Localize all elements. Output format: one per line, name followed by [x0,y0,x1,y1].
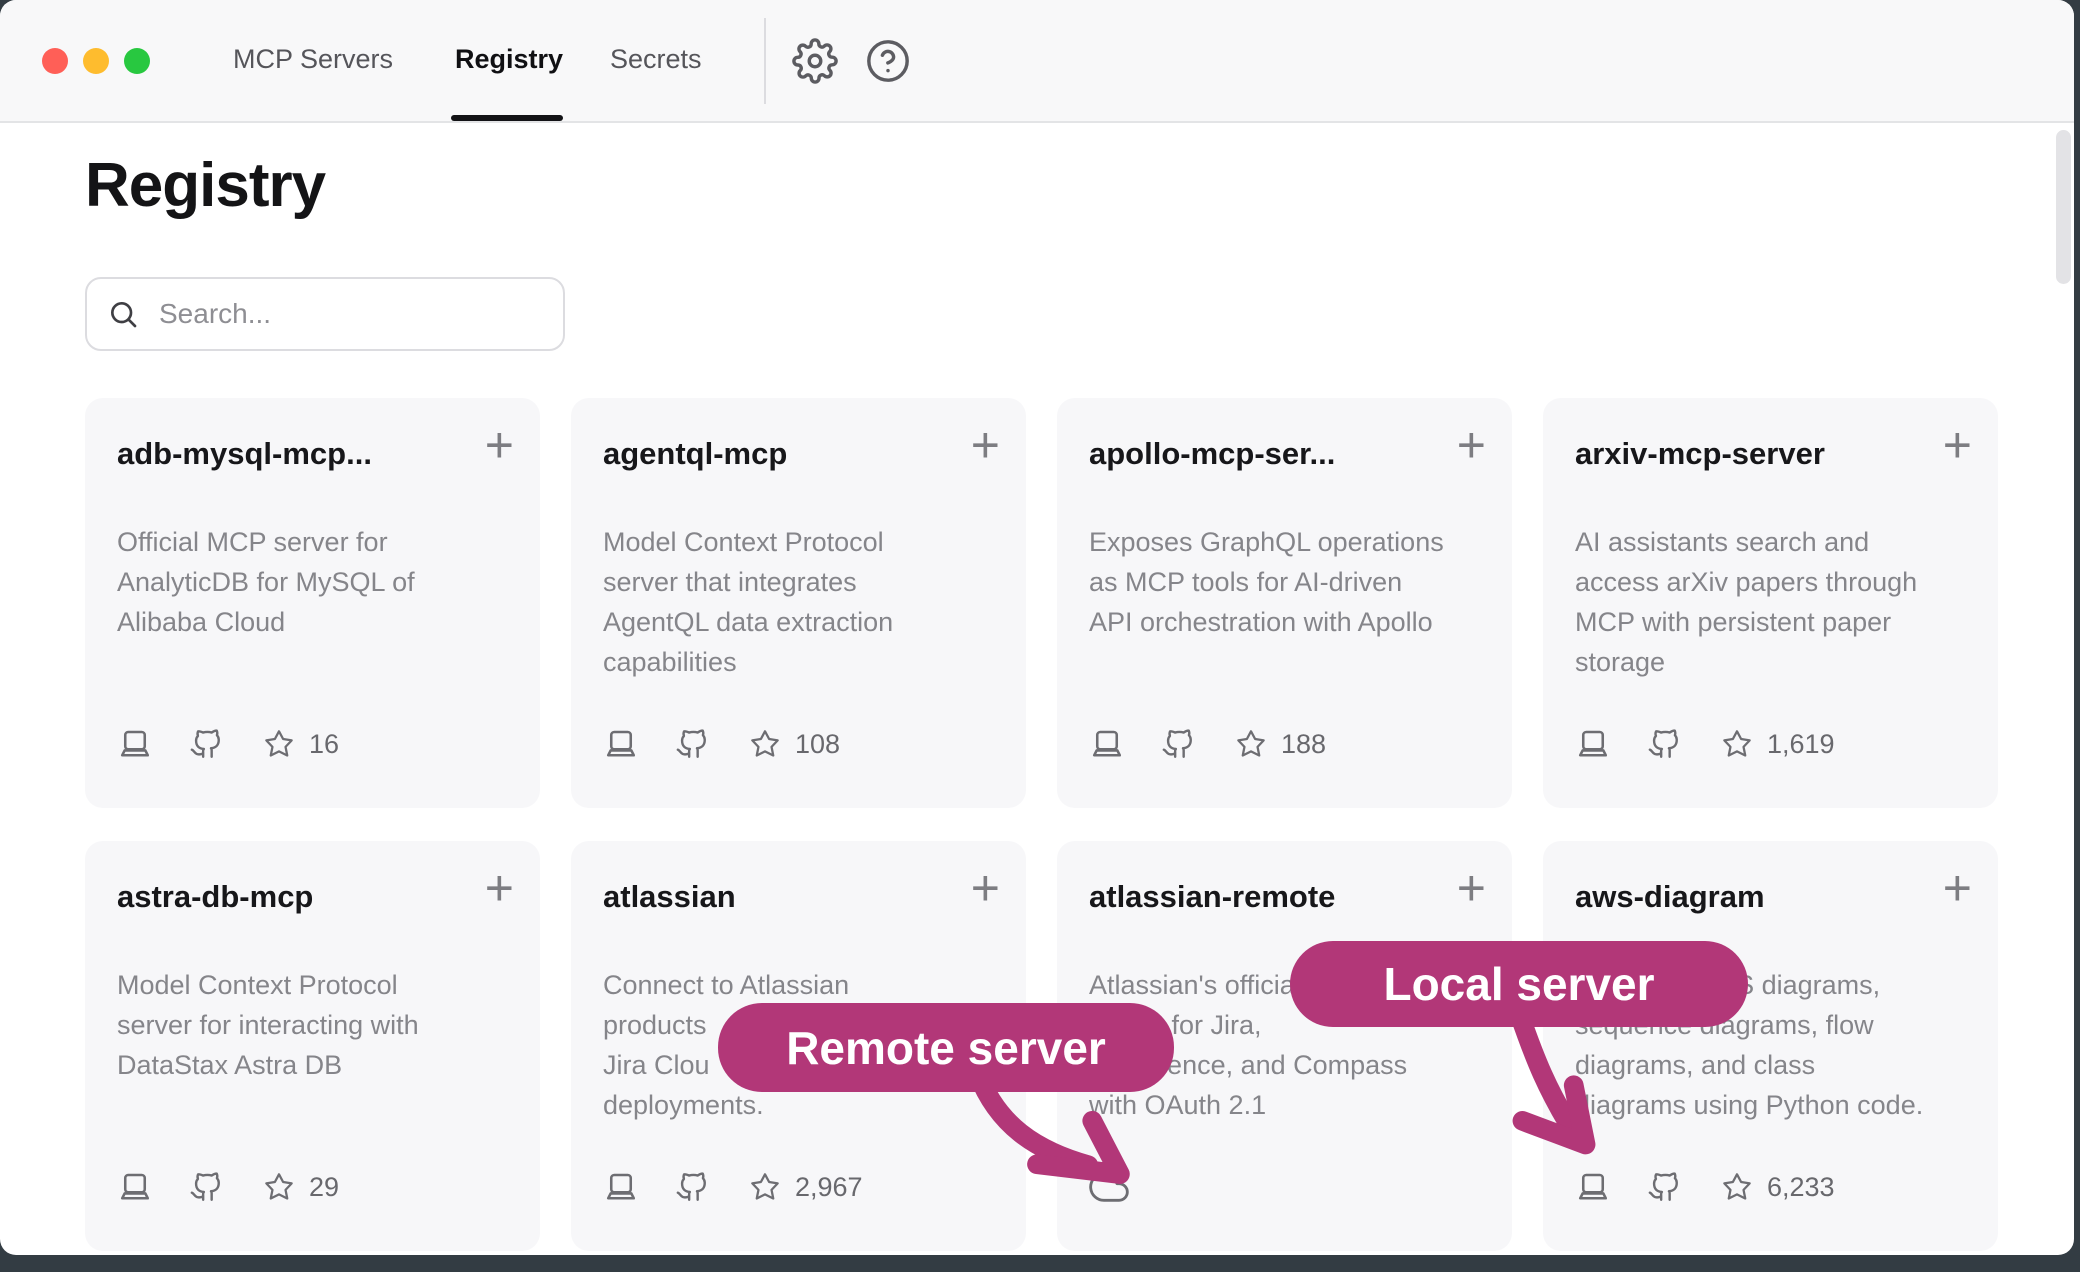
card-title: aws-diagram [1575,879,1765,915]
laptop-icon [603,1169,639,1205]
star-count: 108 [795,729,840,760]
titlebar: MCP Servers Registry Secrets [0,0,2074,123]
github-icon [1161,727,1195,761]
star-icon [263,1171,295,1203]
active-tab-underline [451,115,563,121]
gear-icon[interactable] [792,38,838,84]
app-window: MCP Servers Registry Secrets Registry ad… [0,0,2074,1255]
card-title: apollo-mcp-ser... [1089,436,1335,472]
laptop-icon [117,726,153,762]
card-title: atlassian [603,879,736,915]
card-title: adb-mysql-mcp... [117,436,372,472]
card-aws-diagram[interactable]: aws-diagram + Generate AWS diagrams,sequ… [1543,841,1998,1251]
star-icon [1235,728,1267,760]
laptop-icon [603,726,639,762]
card-description: Official MCP server forAnalyticDB for My… [117,522,415,682]
star-icon [749,1171,781,1203]
card-description: Model Context Protocolserver that integr… [603,522,893,682]
github-icon [1647,1170,1681,1204]
github-icon [675,727,709,761]
search-box[interactable] [85,277,565,351]
star-icon [749,728,781,760]
card-description: AI assistants search andaccess arXiv pap… [1575,522,1917,682]
help-icon[interactable] [865,38,911,84]
star-count: 2,967 [795,1172,863,1203]
star-icon [1721,1171,1753,1203]
add-server-button[interactable]: + [1943,410,1972,480]
tab-registry[interactable]: Registry [455,44,563,75]
add-server-button[interactable]: + [1457,410,1486,480]
star-count: 6,233 [1767,1172,1835,1203]
tab-secrets[interactable]: Secrets [610,44,702,75]
card-description: Exposes GraphQL operationsas MCP tools f… [1089,522,1444,682]
laptop-icon [1575,726,1611,762]
local-server-callout: Local server [1290,941,1748,1027]
remote-server-callout: Remote server [718,1003,1174,1092]
cloud-icon [1089,1167,1129,1207]
star-icon [263,728,295,760]
card-agentql-mcp[interactable]: agentql-mcp + Model Context Protocolserv… [571,398,1026,808]
vertical-scrollbar-thumb[interactable] [2056,130,2071,284]
add-server-button[interactable]: + [485,410,514,480]
laptop-icon [1575,1169,1611,1205]
card-title: arxiv-mcp-server [1575,436,1825,472]
laptop-icon [117,1169,153,1205]
tab-mcp-servers[interactable]: MCP Servers [233,44,393,75]
card-apollo-mcp-server[interactable]: apollo-mcp-ser... + Exposes GraphQL oper… [1057,398,1512,808]
star-count: 29 [309,1172,339,1203]
traffic-light-zoom[interactable] [124,48,150,74]
add-server-button[interactable]: + [971,410,1000,480]
github-icon [189,1170,223,1204]
add-server-button[interactable]: + [1457,853,1486,923]
github-icon [675,1170,709,1204]
traffic-light-minimize[interactable] [83,48,109,74]
add-server-button[interactable]: + [1943,853,1972,923]
page-title: Registry [85,150,325,221]
toolbar-divider [764,18,766,104]
card-arxiv-mcp-server[interactable]: arxiv-mcp-server + AI assistants search … [1543,398,1998,808]
search-input[interactable] [157,297,537,331]
card-title: atlassian-remote [1089,879,1335,915]
laptop-icon [1089,726,1125,762]
github-icon [1647,727,1681,761]
star-icon [1721,728,1753,760]
star-count: 1,619 [1767,729,1835,760]
star-count: 16 [309,729,339,760]
github-icon [189,727,223,761]
search-icon [107,298,139,330]
add-server-button[interactable]: + [971,853,1000,923]
card-description: Model Context Protocolserver for interac… [117,965,419,1125]
star-count: 188 [1281,729,1326,760]
card-astra-db-mcp[interactable]: astra-db-mcp + Model Context Protocolser… [85,841,540,1251]
card-title: agentql-mcp [603,436,787,472]
traffic-light-close[interactable] [42,48,68,74]
card-title: astra-db-mcp [117,879,313,915]
card-adb-mysql-mcp[interactable]: adb-mysql-mcp... + Official MCP server f… [85,398,540,808]
add-server-button[interactable]: + [485,853,514,923]
